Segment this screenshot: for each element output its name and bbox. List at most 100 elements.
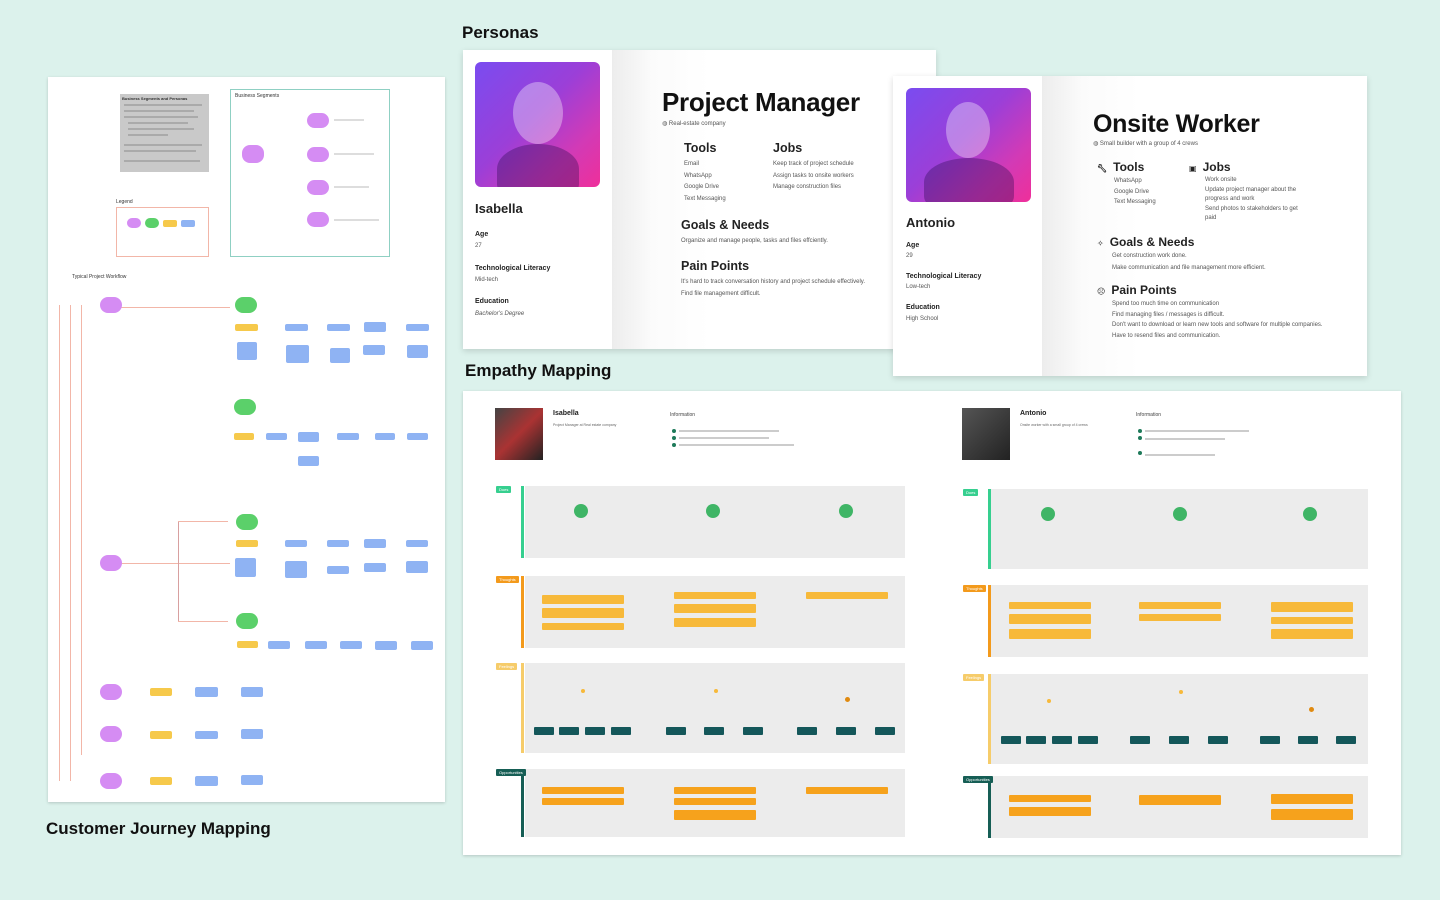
jobs-item: Manage construction files <box>773 184 842 190</box>
persona-profile-panel: Antonio Age 29 Technological Literacy Lo… <box>893 76 1043 376</box>
legend-frame <box>116 207 209 257</box>
pain-item: Have to resend files and communication. <box>1112 332 1221 339</box>
age-value: 27 <box>475 243 482 249</box>
jobs-item: Keep track of project schedule <box>773 161 854 167</box>
jobs-item: Assign tasks to onsite workers <box>773 172 854 179</box>
persona-title: Onsite Worker <box>1093 110 1260 138</box>
jobs-list: Keep track of project schedule Assign ta… <box>773 159 854 194</box>
journey-title: Customer Journey Mapping <box>46 819 271 838</box>
tools-item: Text Messaging <box>1114 199 1156 205</box>
lane-tag-opportunities: Opportunities <box>496 769 526 776</box>
tools-item: Google Drive <box>684 184 720 190</box>
segments-note-title: Business Segments and Personas <box>122 96 188 101</box>
goals-heading-text: Goals & Needs <box>1109 235 1195 249</box>
lane-tag-thoughts: Thoughts <box>496 576 519 583</box>
persona-name: Isabella <box>475 201 523 216</box>
lane-tag-opportunities: Opportunities <box>963 776 993 783</box>
tools-item: WhatsApp <box>684 172 712 179</box>
pain-item: Spend too much time on communication <box>1112 301 1220 307</box>
empathy-title: Empathy Mapping <box>465 361 612 380</box>
jobs-item: Send photos to stakeholders to get <box>1205 205 1298 212</box>
pain-heading: ☹︎ Pain Points <box>1097 283 1177 297</box>
business-segments-label: Business Segments <box>235 93 280 99</box>
journey-board[interactable]: Business Segments and Personas Business … <box>48 77 445 802</box>
tools-item: Email <box>684 161 700 167</box>
jobs-item: Update project manager about the <box>1205 186 1297 193</box>
tools-heading-text: Tools <box>1113 160 1145 174</box>
goals-item: Organize and manage people, tasks and fi… <box>681 238 828 244</box>
empathy-persona-role: Project Manager at Real estate company <box>553 423 617 427</box>
tools-heading: Tools <box>684 141 717 155</box>
goals-heading: Goals & Needs <box>681 218 770 232</box>
lane-tag-does: Does <box>496 486 512 493</box>
jobs-item: Work onsite <box>1205 177 1237 183</box>
tech-literacy-label: Technological Literacy <box>906 273 982 280</box>
personas-title: Personas <box>462 23 539 42</box>
persona-details-panel: Onsite Worker ◍ Small builder with a gro… <box>1043 76 1367 376</box>
persona-name: Antonio <box>906 215 956 230</box>
goals-list: Get construction work done. Make communi… <box>1112 251 1266 274</box>
legend-label: Legend <box>116 199 133 205</box>
tools-heading: 🔧︎ Tools <box>1097 160 1144 174</box>
lane-tag-thoughts: Thoughts <box>963 585 986 592</box>
segments-note: Business Segments and Personas <box>120 94 209 172</box>
persona-company: ◍ Real-estate company <box>662 121 726 127</box>
persona-avatar <box>962 408 1010 460</box>
jobs-heading: Jobs <box>773 141 803 155</box>
feelings-lane <box>991 674 1368 764</box>
persona-card-onsite-worker[interactable]: Antonio Age 29 Technological Literacy Lo… <box>893 76 1367 376</box>
tech-literacy-value: Low-tech <box>906 284 931 290</box>
education-value: High School <box>906 316 939 322</box>
age-label: Age <box>906 242 920 249</box>
persona-profile-panel: Isabella Age 27 Technological Literacy M… <box>463 50 613 349</box>
age-value: 29 <box>906 253 913 259</box>
jobs-item: progress and work <box>1205 196 1255 202</box>
tools-list: WhatsApp Google Drive Text Messaging <box>1114 176 1156 208</box>
workflow-label: Typical Project Workflow <box>72 274 127 280</box>
wrench-icon: 🔧︎ <box>1097 164 1108 173</box>
empathy-board[interactable]: Isabella Project Manager at Real estate … <box>463 391 1401 855</box>
does-lane <box>991 489 1368 569</box>
pain-item: Don't want to download or learn new tool… <box>1112 322 1323 328</box>
persona-card-project-manager[interactable]: Isabella Age 27 Technological Literacy M… <box>463 50 936 349</box>
education-value: Bachelor's Degree <box>475 311 525 317</box>
info-label: Information <box>1136 412 1162 418</box>
pain-heading-text: Pain Points <box>1111 283 1177 297</box>
persona-title: Project Manager <box>662 87 860 117</box>
jobs-heading: ▣ Jobs <box>1189 160 1231 174</box>
persona-photo <box>475 62 600 187</box>
education-label: Education <box>475 298 509 305</box>
goals-heading: ✧ Goals & Needs <box>1097 235 1194 249</box>
business-segments-frame[interactable]: Business Segments <box>230 89 390 257</box>
persona-company-text: Real-estate company <box>668 121 726 127</box>
does-lane <box>525 486 905 558</box>
feelings-lane <box>525 663 905 753</box>
sad-face-icon: ☹︎ <box>1097 287 1106 296</box>
lane-tag-feelings: Feelings <box>496 663 518 670</box>
jobs-item: paid <box>1205 215 1217 221</box>
goals-item: Get construction work done. <box>1112 253 1187 259</box>
jobs-list: Work onsite Update project manager about… <box>1205 176 1298 224</box>
age-label: Age <box>475 231 489 238</box>
tools-item: Text Messaging <box>684 195 726 202</box>
pain-heading: Pain Points <box>681 259 750 273</box>
tools-item: Google Drive <box>1114 188 1150 195</box>
tech-literacy-value: Mid-tech <box>475 277 499 283</box>
lane-tag-feelings: Feelings <box>963 674 985 681</box>
jobs-heading-text: Jobs <box>1202 160 1231 174</box>
tools-list: Email WhatsApp Google Drive Text Messagi… <box>684 159 726 205</box>
tech-literacy-label: Technological Literacy <box>475 265 551 272</box>
education-label: Education <box>906 304 940 311</box>
empathy-persona-name: Isabella <box>553 410 579 417</box>
sparkle-icon: ✧ <box>1097 239 1104 248</box>
lane-tag-does: Does <box>963 489 979 496</box>
tools-item: WhatsApp <box>1114 178 1142 184</box>
pain-list: Spend too much time on communication Fin… <box>1112 299 1323 341</box>
pain-list: It's hard to track conversation history … <box>681 277 865 300</box>
pain-item: It's hard to track conversation history … <box>681 279 866 285</box>
pain-item: Find file management difficult. <box>681 290 761 297</box>
persona-company: ◍ Small builder with a group of 4 crews <box>1093 141 1198 147</box>
persona-photo <box>906 88 1031 202</box>
empathy-persona-name: Antonio <box>1020 410 1047 417</box>
persona-details-panel: Project Manager ◍ Real-estate company To… <box>613 50 936 349</box>
